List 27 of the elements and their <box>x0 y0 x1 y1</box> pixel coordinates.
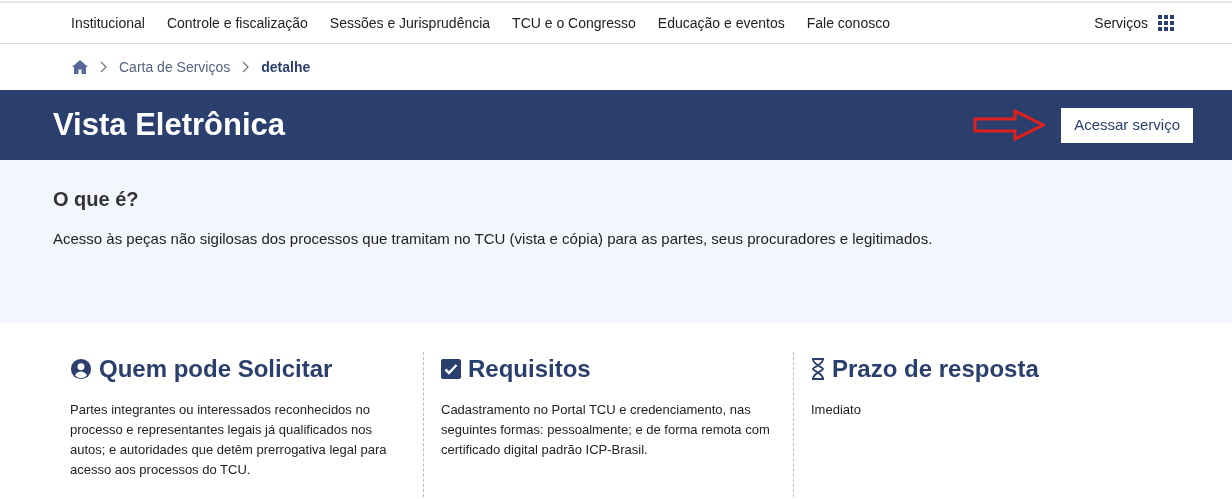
access-service-button[interactable]: Acessar serviço <box>1061 107 1193 143</box>
hourglass-icon <box>811 358 825 380</box>
chevron-right-icon <box>242 61 250 73</box>
breadcrumb-link[interactable]: Carta de Serviços <box>119 56 231 78</box>
description-text: Acesso às peças não sigilosas dos processos que tramitam no TCU (vista e cópia) para as partes, seus procuradores e legitimados. <box>53 229 934 249</box>
chevron-right-icon <box>100 61 107 73</box>
card-text: Partes integrantes ou interessados reconhecidos no processo e representantes legais já qualificados nos autos; e autoridades que detêm prerrogativa legal para acesso aos processos do TCU. <box>70 401 388 479</box>
checkbox-icon <box>441 359 461 379</box>
breadcrumb-current: detalhe <box>261 57 311 77</box>
services-link[interactable]: Serviços <box>1094 12 1148 34</box>
home-icon[interactable] <box>72 60 88 74</box>
nav-link[interactable]: Institucional <box>71 12 145 34</box>
arrow-right-icon <box>973 109 1046 141</box>
user-icon <box>70 358 92 380</box>
card-heading: Quem pode Solicitar <box>99 354 333 384</box>
card-heading: Requisitos <box>468 354 591 384</box>
nav-link[interactable]: Controle e fiscalização <box>166 12 308 34</box>
card-text: Imediato <box>811 401 862 419</box>
page-title: Vista Eletrônica <box>53 105 286 144</box>
card-heading: Prazo de resposta <box>832 354 1039 384</box>
section-heading: O que é? <box>53 187 140 212</box>
nav-link[interactable]: Fale conosco <box>806 12 890 34</box>
nav-link[interactable]: TCU e o Congresso <box>512 12 636 34</box>
nav-link[interactable]: Educação e eventos <box>657 12 785 34</box>
nav-link[interactable]: Sessões e Jurisprudência <box>329 12 491 34</box>
grid-icon[interactable] <box>1158 15 1174 31</box>
card-text: Cadastramento no Portal TCU e credenciamento, nas seguintes formas: pessoalmente; e de forma remota com certificado digital padrão ICP-Brasil. <box>441 401 771 459</box>
